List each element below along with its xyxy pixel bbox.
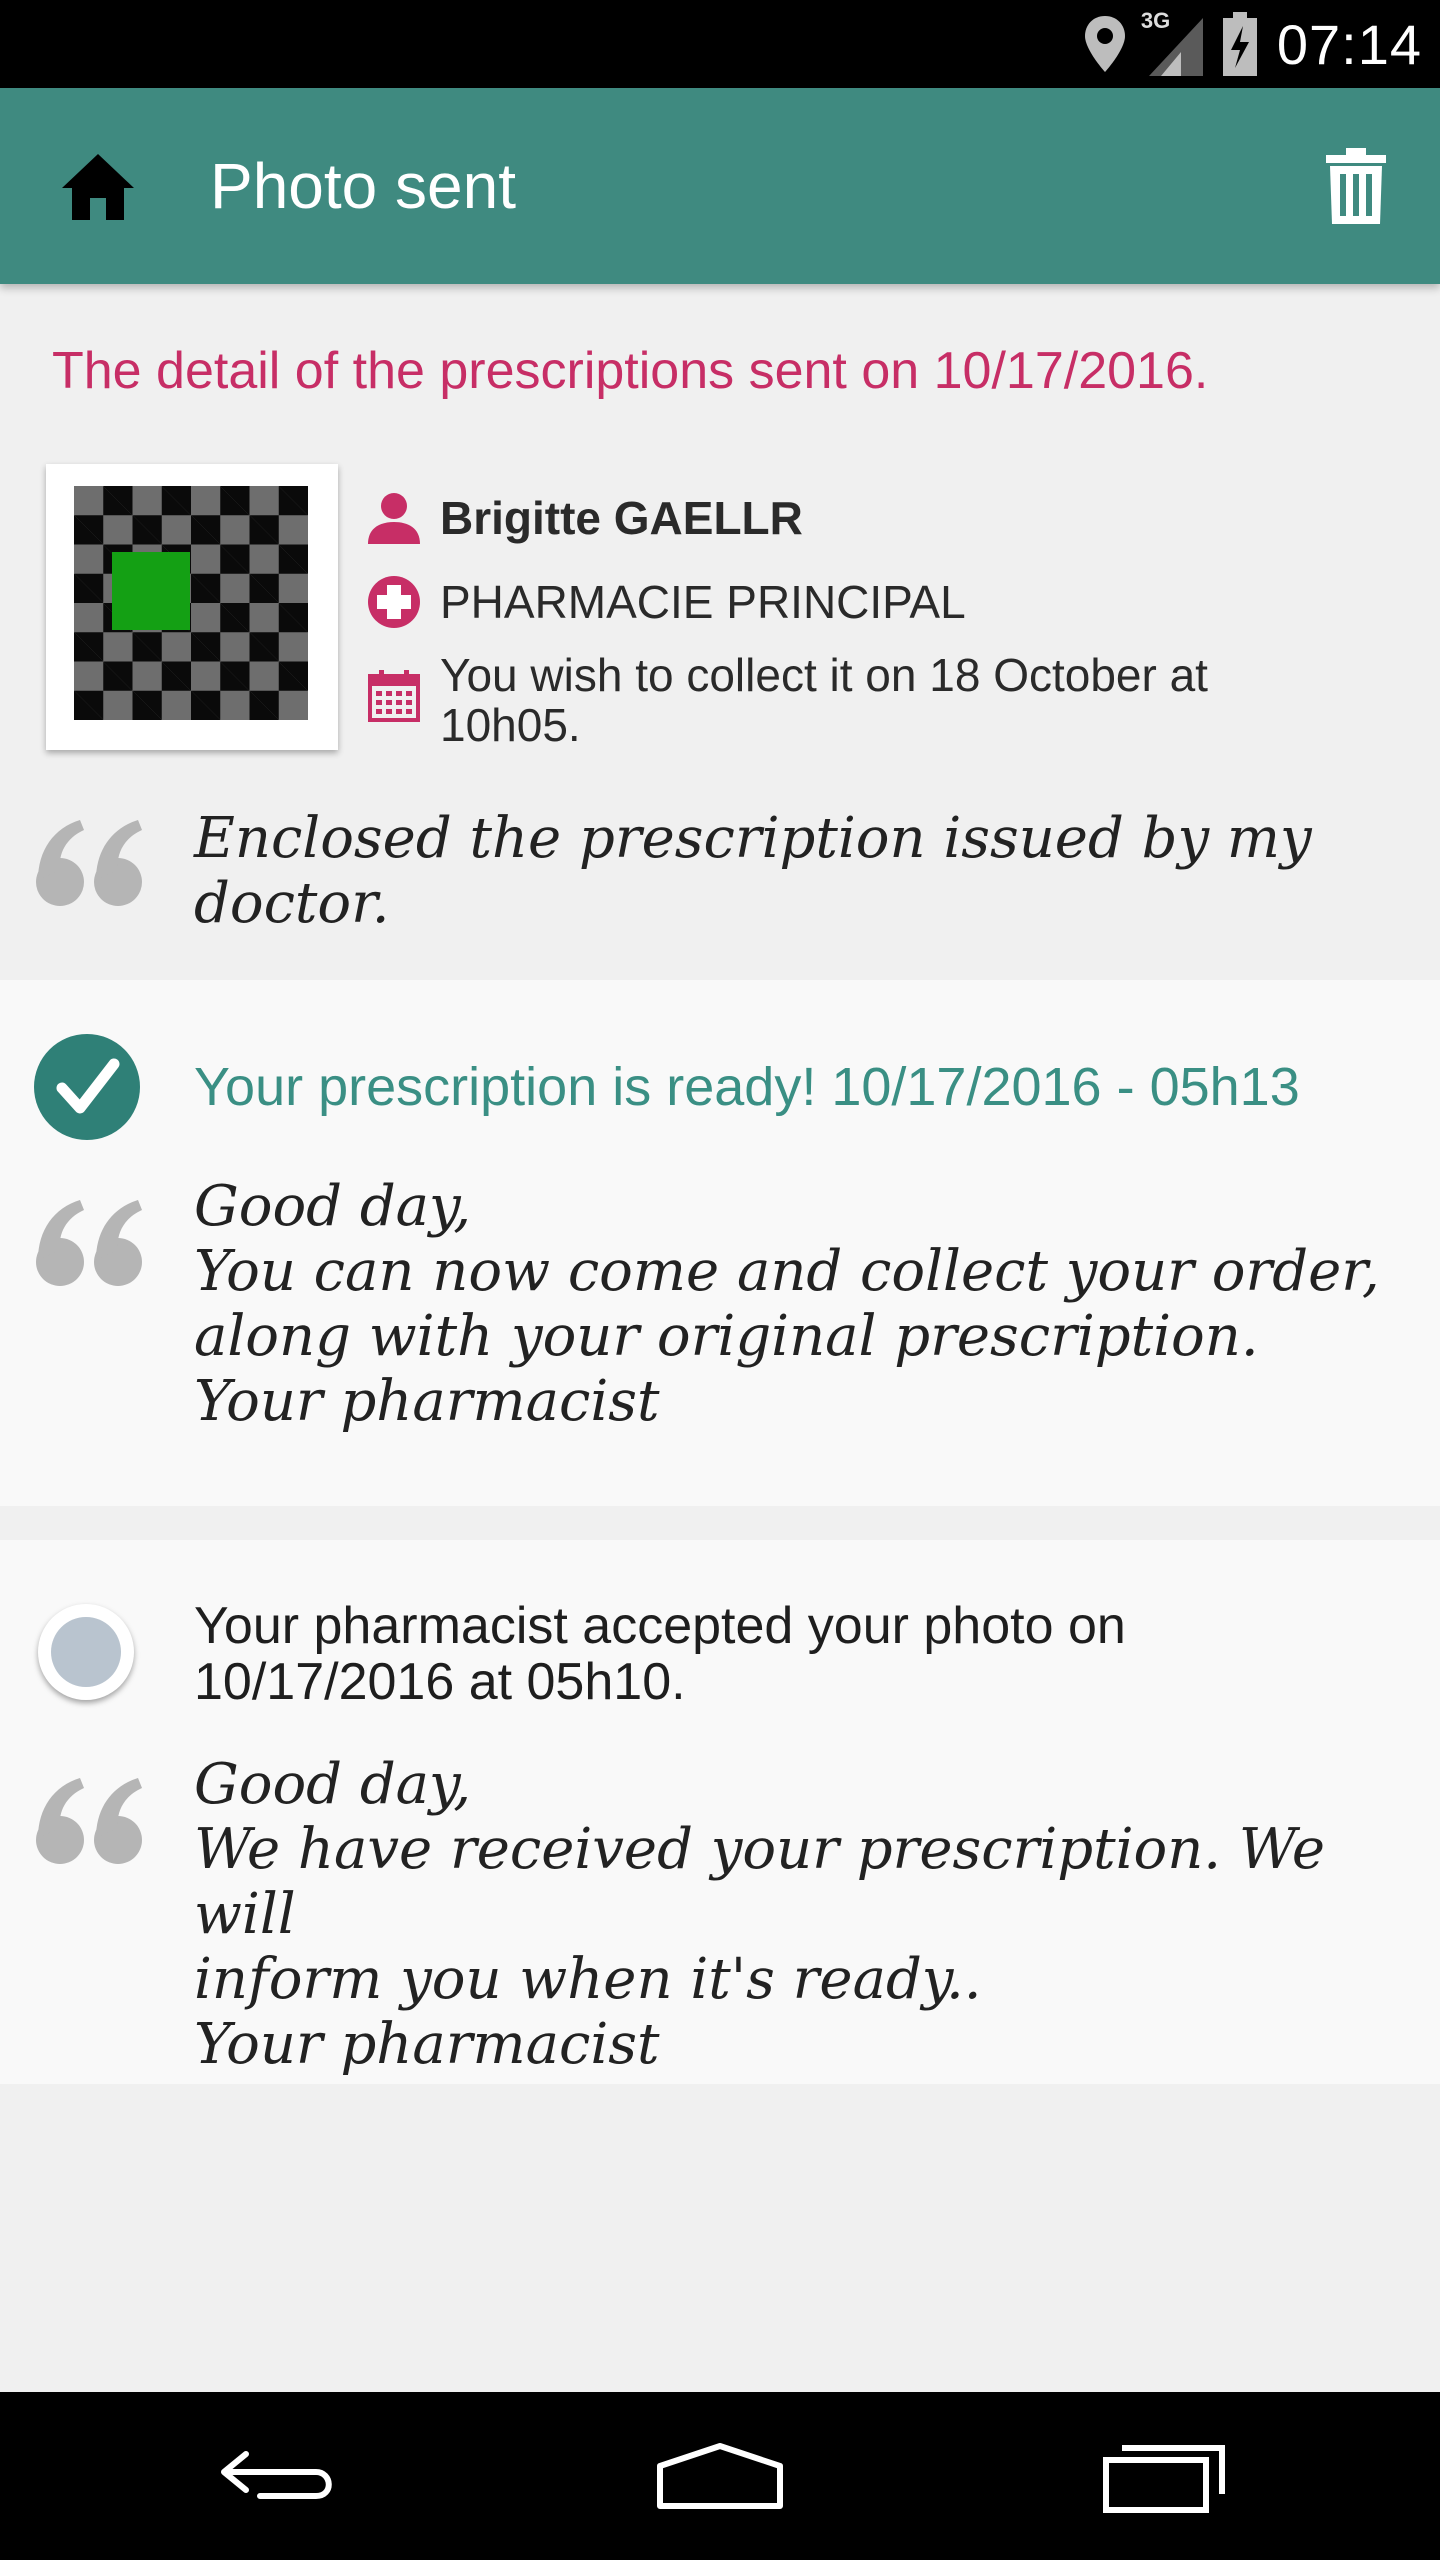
quote-icon	[36, 1200, 142, 1286]
calendar-icon	[368, 670, 420, 722]
pharmacy-name: PHARMACIE PRINCIPAL	[440, 576, 966, 628]
navigation-bar	[0, 2392, 1440, 2560]
check-circle-icon	[34, 1034, 140, 1140]
back-icon[interactable]	[220, 2432, 340, 2520]
accepted-status-title: Your pharmacist accepted your photo on 1…	[194, 1597, 1126, 1711]
battery-icon	[1222, 12, 1257, 76]
pending-status-icon	[38, 1604, 134, 1700]
status-time: 07:14	[1276, 12, 1422, 76]
photo-placeholder	[74, 486, 308, 720]
recents-icon[interactable]	[1100, 2432, 1230, 2520]
patient-row: Brigitte GAELLR	[366, 490, 803, 546]
photo-placeholder-center	[112, 552, 190, 630]
person-icon	[368, 493, 420, 544]
network-type: 3G	[1140, 8, 1171, 33]
status-bar: 3G 07:14	[0, 0, 1440, 88]
pharmacy-cross-icon	[368, 576, 420, 628]
status-icons: 3G 07:14	[1083, 0, 1422, 88]
patient-name: Brigitte GAELLR	[440, 492, 803, 544]
app-bar: Photo sent	[0, 88, 1440, 284]
collect-row: You wish to collect it on 18 October at …	[366, 650, 1340, 750]
trash-icon[interactable]	[1324, 148, 1388, 224]
quote-icon	[36, 1778, 142, 1864]
location-icon	[1084, 16, 1125, 72]
accepted-message: Good day, We have received your prescrip…	[194, 1752, 1326, 2077]
prescription-photo-thumbnail[interactable]	[46, 464, 338, 750]
status-card-ready: Your prescription is ready! 10/17/2016 -…	[0, 980, 1440, 1506]
status-card-accepted: Your pharmacist accepted your photo on 1…	[0, 1540, 1440, 2084]
quote-icon	[36, 820, 142, 906]
home-icon[interactable]	[60, 150, 136, 222]
ready-message: Good day, You can now come and collect y…	[194, 1174, 1380, 1434]
prescription-detail-heading: The detail of the prescriptions sent on …	[52, 342, 1209, 400]
home-nav-icon[interactable]	[654, 2432, 786, 2520]
pharmacy-row: PHARMACIE PRINCIPAL	[366, 574, 966, 630]
patient-comment: Enclosed the prescription issued by my d…	[194, 806, 1312, 936]
collect-info: You wish to collect it on 18 October at …	[440, 649, 1208, 751]
signal-icon: 3G	[1141, 8, 1203, 76]
ready-status-title: Your prescription is ready! 10/17/2016 -…	[194, 1057, 1300, 1117]
page-title: Photo sent	[210, 150, 516, 222]
